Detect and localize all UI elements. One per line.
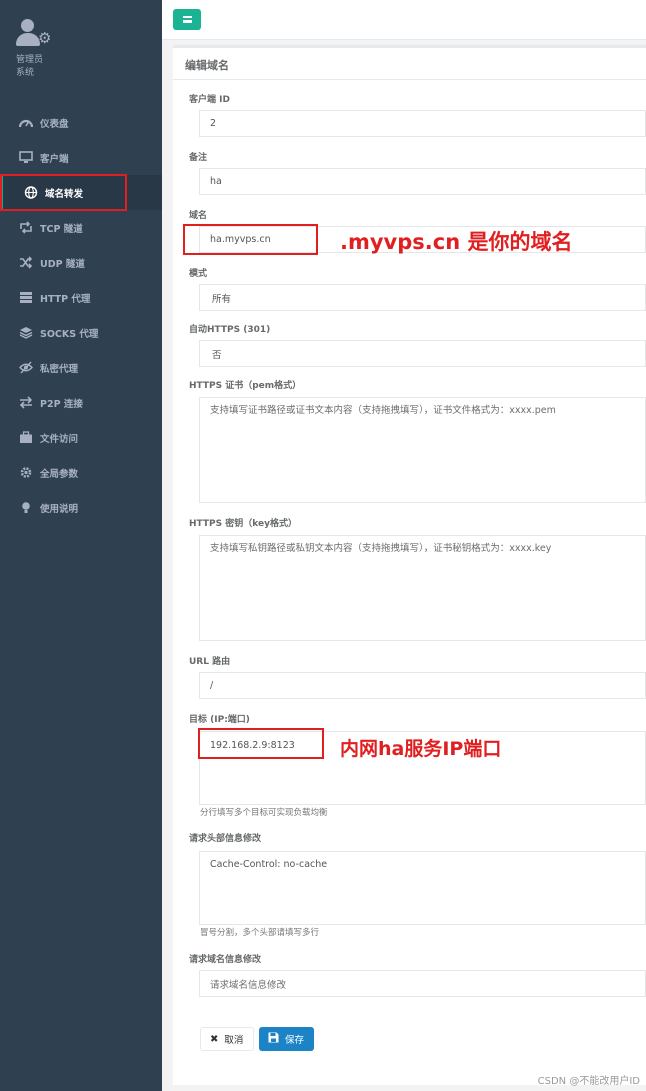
https-cert-label: HTTPS 证书（pem格式） xyxy=(189,381,302,391)
layers-icon xyxy=(18,326,34,340)
save-button-label: 保存 xyxy=(285,1035,305,1046)
domain-annotation: .myvps.cn 是你的域名 xyxy=(340,230,573,254)
client-id-field[interactable]: 2 xyxy=(199,110,646,137)
mode-select[interactable]: 所有 xyxy=(199,284,646,311)
eye-slash-icon xyxy=(18,361,34,375)
sidebar-item-usage-guide[interactable]: 使用说明 xyxy=(0,490,162,525)
sidebar-item-label: 仪表盘 xyxy=(40,118,69,130)
https-key-label: HTTPS 密钥（key格式） xyxy=(189,519,297,529)
header-change-textarea[interactable]: Cache-Control: no-cache xyxy=(199,851,646,925)
sidebar-item-label: 文件访问 xyxy=(40,433,79,445)
exchange-icon xyxy=(18,396,34,410)
sidebar-item-label: 使用说明 xyxy=(40,503,79,515)
sidebar-nav: 仪表盘 客户端 域名转发 TCP 隧道 UDP 隧道 HTTP 代理 SOCKS… xyxy=(0,105,162,525)
monitor-icon xyxy=(18,151,34,165)
sidebar-item-label: UDP 隧道 xyxy=(40,258,85,270)
sidebar-item-label: 私密代理 xyxy=(40,363,79,375)
remark-label: 备注 xyxy=(189,153,208,163)
user-gear-icon: ⚙ xyxy=(16,18,56,50)
menu-toggle-button[interactable] xyxy=(173,9,201,30)
close-icon: ✖ xyxy=(210,1033,219,1045)
remark-field[interactable]: ha xyxy=(199,168,646,195)
sidebar-item-label: 全局参数 xyxy=(40,468,79,480)
https-key-textarea[interactable]: 支持填写私钥路径或私钥文本内容（支持拖拽填写），证书秘钥格式为：xxxx.key xyxy=(199,535,646,641)
auto-https-label: 自动HTTPS (301) xyxy=(189,325,271,335)
lightbulb-icon xyxy=(18,501,34,515)
mode-label: 模式 xyxy=(189,269,208,279)
client-id-label: 客户端 ID xyxy=(189,95,230,105)
sidebar-item-http-proxy[interactable]: HTTP 代理 xyxy=(0,280,162,315)
page-title: 编辑域名 xyxy=(173,48,646,80)
auto-https-select[interactable]: 否 xyxy=(199,340,646,367)
target-help-text: 分行填写多个目标可实现负载均衡 xyxy=(200,808,328,818)
header-change-help-text: 冒号分割，多个头部请填写多行 xyxy=(200,928,320,938)
host-change-label: 请求域名信息修改 xyxy=(189,955,262,965)
shuffle-icon xyxy=(18,256,34,270)
top-bar xyxy=(162,0,646,40)
sidebar: ⚙ 管理员 系统 仪表盘 客户端 域名转发 TCP 隧道 UDP 隧道 HTTP… xyxy=(0,0,162,1091)
sidebar-item-file-access[interactable]: 文件访问 xyxy=(0,420,162,455)
host-change-field[interactable]: 请求域名信息修改 xyxy=(199,970,646,997)
profile-role: 系统 xyxy=(16,68,35,78)
cancel-button[interactable]: ✖ 取消 xyxy=(200,1027,255,1051)
server-icon xyxy=(18,291,34,305)
highlight-box-target xyxy=(198,728,324,759)
sidebar-item-label: P2P 连接 xyxy=(40,398,83,410)
sidebar-item-clients[interactable]: 客户端 xyxy=(0,140,162,175)
sidebar-item-label: 客户端 xyxy=(40,153,69,165)
sidebar-item-label: SOCKS 代理 xyxy=(40,328,99,340)
https-cert-textarea[interactable]: 支持填写证书路径或证书文本内容（支持拖拽填写），证书文件格式为：xxxx.pem xyxy=(199,397,646,503)
target-label: 目标 (IP:端口) xyxy=(189,715,250,725)
floppy-disk-icon xyxy=(268,1032,279,1046)
gear-icon xyxy=(18,466,34,480)
watermark: CSDN @不能改用户ID xyxy=(537,1076,640,1087)
highlight-box-sidebar xyxy=(0,174,127,211)
sidebar-item-udp-tunnel[interactable]: UDP 隧道 xyxy=(0,245,162,280)
sidebar-item-dashboard[interactable]: 仪表盘 xyxy=(0,105,162,140)
profile: ⚙ 管理员 系统 xyxy=(16,18,56,80)
hamburger-icon xyxy=(182,16,192,23)
header-change-label: 请求头部信息修改 xyxy=(189,834,262,844)
save-button[interactable]: 保存 xyxy=(259,1027,315,1051)
highlight-box-domain xyxy=(183,224,318,255)
sidebar-item-socks-proxy[interactable]: SOCKS 代理 xyxy=(0,315,162,350)
domain-label: 域名 xyxy=(189,211,208,221)
url-route-field[interactable]: / xyxy=(199,672,646,699)
sidebar-item-p2p[interactable]: P2P 连接 xyxy=(0,385,162,420)
profile-name: 管理员 xyxy=(16,55,44,65)
sidebar-item-label: TCP 隧道 xyxy=(40,223,83,235)
dashboard-icon xyxy=(18,116,34,130)
retweet-icon xyxy=(18,221,34,235)
target-annotation: 内网ha服务IP端口 xyxy=(340,738,502,760)
url-route-label: URL 路由 xyxy=(189,657,231,667)
sidebar-item-global-params[interactable]: 全局参数 xyxy=(0,455,162,490)
sidebar-item-private-proxy[interactable]: 私密代理 xyxy=(0,350,162,385)
cancel-button-label: 取消 xyxy=(224,1035,244,1046)
briefcase-icon xyxy=(18,431,34,445)
sidebar-item-label: HTTP 代理 xyxy=(40,293,91,305)
sidebar-item-tcp-tunnel[interactable]: TCP 隧道 xyxy=(0,210,162,245)
